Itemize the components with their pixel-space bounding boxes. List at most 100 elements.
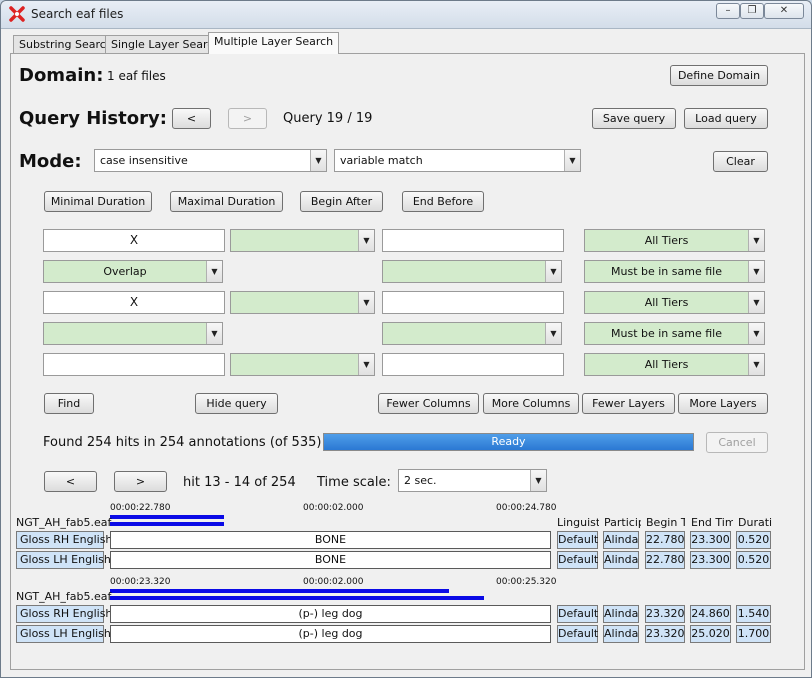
tier-label: Gloss LH English — [16, 551, 111, 569]
time-scale-select[interactable]: 2 sec. ▼ — [398, 469, 547, 492]
end-before-button[interactable]: End Before — [402, 191, 484, 212]
relation3-select[interactable]: ▼ — [43, 322, 223, 345]
layer2-pattern-input[interactable]: X — [43, 291, 225, 314]
chevron-down-icon: ▼ — [748, 230, 764, 251]
chevron-down-icon: ▼ — [564, 150, 580, 171]
chevron-down-icon: ▼ — [748, 292, 764, 313]
annotation-cell[interactable]: BONE — [110, 551, 551, 569]
duration-cell: 0.520 — [736, 551, 771, 569]
relation2-select[interactable]: ▼ — [382, 260, 562, 283]
layer3-tier-type-select[interactable]: ▼ — [230, 353, 375, 376]
begin-after-button[interactable]: Begin After — [300, 191, 383, 212]
chevron-down-icon: ▼ — [530, 470, 546, 491]
linguistic-type-cell: Default — [557, 605, 598, 623]
domain-label: Domain: — [19, 65, 104, 86]
layer3-tiers-select[interactable]: All Tiers ▼ — [584, 353, 765, 376]
load-query-button[interactable]: Load query — [684, 108, 768, 129]
annotation-cell[interactable]: (p-) leg dog — [110, 625, 551, 643]
chevron-down-icon: ▼ — [358, 230, 374, 251]
domain-value: 1 eaf files — [107, 69, 166, 83]
hide-query-button[interactable]: Hide query — [195, 393, 278, 414]
file-scope2-value: Must be in same file — [611, 327, 722, 340]
chevron-down-icon: ▼ — [358, 354, 374, 375]
layer1-tiers-select[interactable]: All Tiers ▼ — [584, 229, 765, 252]
time-scale-label: Time scale: — [317, 475, 391, 490]
cancel-button[interactable]: Cancel — [706, 432, 768, 453]
file-scope2-select[interactable]: Must be in same file ▼ — [584, 322, 765, 345]
more-columns-button[interactable]: More Columns — [483, 393, 579, 414]
file-scope-select[interactable]: Must be in same file ▼ — [584, 260, 765, 283]
find-button[interactable]: Find — [44, 393, 94, 414]
layer1-tier-type-select[interactable]: ▼ — [230, 229, 375, 252]
elan-app-icon — [9, 6, 25, 22]
title-bar: Search eaf files – ❐ ✕ — [1, 1, 811, 29]
end-time-cell: 25.020 — [690, 625, 731, 643]
hit2-layer2-timeline-bar — [110, 596, 484, 600]
linguistic-type-cell: Default — [557, 551, 598, 569]
participant-cell: Alinda — [603, 605, 639, 623]
more-layers-button[interactable]: More Layers — [678, 393, 768, 414]
query-history-label: Query History: — [19, 108, 167, 129]
fewer-layers-button[interactable]: Fewer Layers — [582, 393, 675, 414]
duration-cell: 0.520 — [736, 531, 771, 549]
layer1-pattern-input[interactable]: X — [43, 229, 225, 252]
file-scope-value: Must be in same file — [611, 265, 722, 278]
annotation-cell[interactable]: BONE — [110, 531, 551, 549]
maximal-duration-button[interactable]: Maximal Duration — [170, 191, 283, 212]
tier-label: Gloss RH English — [16, 605, 112, 623]
search-window: Search eaf files – ❐ ✕ Substring Search … — [0, 0, 812, 678]
history-prev-button[interactable]: < — [172, 108, 211, 129]
layer3-tiers-value: All Tiers — [644, 358, 689, 371]
begin-time-cell: 23.320 — [645, 605, 685, 623]
case-mode-value: case insensitive — [100, 154, 188, 167]
chevron-down-icon: ▼ — [206, 323, 222, 344]
fewer-columns-button[interactable]: Fewer Columns — [378, 393, 479, 414]
match-mode-value: variable match — [340, 154, 423, 167]
window-title: Search eaf files — [31, 7, 124, 21]
layer3-pattern-input[interactable] — [43, 353, 225, 376]
column-end-time: End Tim — [691, 516, 733, 529]
hit1-end-time: 00:00:24.780 — [496, 503, 557, 513]
layer1-tiers-value: All Tiers — [644, 234, 689, 247]
search-status-text: Found 254 hits in 254 annotations (of 53… — [43, 435, 322, 450]
save-query-button[interactable]: Save query — [592, 108, 676, 129]
layer2-column2-input[interactable] — [382, 291, 564, 314]
tier-label: Gloss RH English — [16, 531, 112, 549]
column-linguistic: Linguisti — [557, 516, 599, 529]
case-mode-select[interactable]: case insensitive ▼ — [94, 149, 327, 172]
close-icon[interactable]: ✕ — [764, 3, 804, 19]
tab-substring-search[interactable]: Substring Search — [13, 35, 119, 54]
participant-cell: Alinda — [603, 625, 639, 643]
relation-select[interactable]: Overlap ▼ — [43, 260, 223, 283]
define-domain-button[interactable]: Define Domain — [670, 65, 768, 86]
results-prev-button[interactable]: < — [44, 471, 97, 492]
annotation-cell[interactable]: (p-) leg dog — [110, 605, 551, 623]
layer2-tiers-select[interactable]: All Tiers ▼ — [584, 291, 765, 314]
mode-label: Mode: — [19, 151, 82, 172]
hit-range-text: hit 13 - 14 of 254 — [183, 475, 296, 490]
layer1-column2-input[interactable] — [382, 229, 564, 252]
tab-multiple-layer-search[interactable]: Multiple Layer Search — [208, 32, 340, 54]
minimize-icon[interactable]: – — [716, 3, 740, 19]
relation4-select[interactable]: ▼ — [382, 322, 562, 345]
hit1-mid-time: 00:00:02.000 — [303, 503, 364, 513]
end-time-cell: 23.300 — [690, 551, 731, 569]
relation-value: Overlap — [103, 265, 147, 278]
layer3-column2-input[interactable] — [382, 353, 564, 376]
minimal-duration-button[interactable]: Minimal Duration — [44, 191, 152, 212]
time-scale-value: 2 sec. — [404, 474, 437, 487]
layer2-tier-type-select[interactable]: ▼ — [230, 291, 375, 314]
participant-cell: Alinda — [603, 551, 639, 569]
chevron-down-icon: ▼ — [748, 354, 764, 375]
column-begin-time: Begin Ti — [646, 516, 685, 529]
tier-label: Gloss LH English — [16, 625, 111, 643]
clear-button[interactable]: Clear — [713, 151, 768, 172]
match-mode-select[interactable]: variable match ▼ — [334, 149, 581, 172]
chevron-down-icon: ▼ — [545, 261, 561, 282]
results-next-button[interactable]: > — [114, 471, 167, 492]
hit2-layer1-timeline-bar — [110, 589, 449, 593]
restore-icon[interactable]: ❐ — [740, 3, 764, 19]
duration-cell: 1.700 — [736, 625, 771, 643]
hit2-mid-time: 00:00:02.000 — [303, 577, 364, 587]
history-next-button[interactable]: > — [228, 108, 267, 129]
